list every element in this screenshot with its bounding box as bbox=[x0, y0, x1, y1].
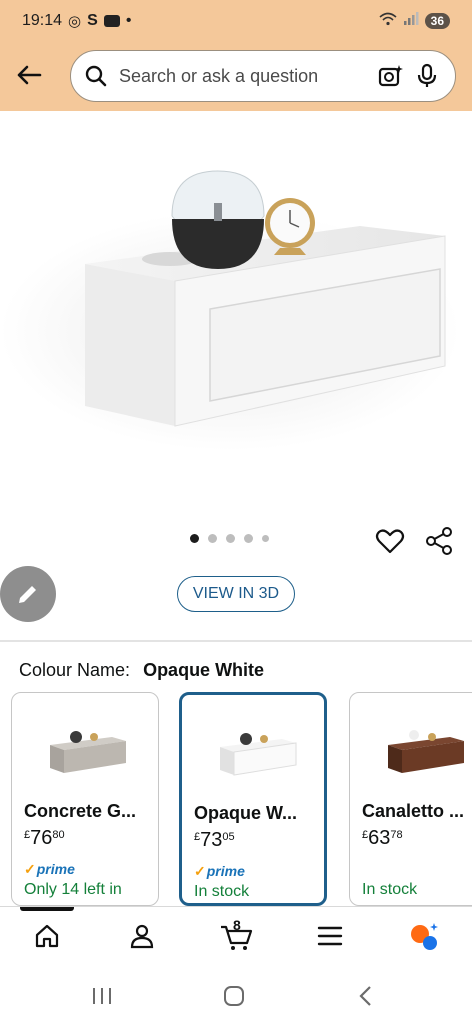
variant-card-canaletto[interactable]: Canaletto ... £6378 In stock bbox=[349, 692, 472, 906]
product-image[interactable] bbox=[0, 111, 472, 531]
search-icon bbox=[85, 65, 107, 87]
header: 19:14 ◎ S • 36 Search or ask a question bbox=[0, 0, 472, 111]
cart-icon[interactable]: 8 bbox=[219, 917, 253, 953]
carousel-dot bbox=[208, 534, 217, 543]
s-icon: S bbox=[87, 12, 98, 29]
youtube-icon bbox=[103, 15, 120, 27]
back-button[interactable] bbox=[12, 58, 46, 92]
stock-status: In stock bbox=[194, 883, 250, 900]
account-icon[interactable] bbox=[125, 919, 159, 953]
variant-name: Canaletto ... bbox=[362, 801, 465, 821]
cart-count: 8 bbox=[233, 917, 241, 933]
active-tab-indicator bbox=[20, 907, 74, 911]
variant-price: £6378 bbox=[362, 827, 403, 849]
section-divider bbox=[0, 640, 472, 642]
variant-name: Concrete G... bbox=[24, 801, 137, 821]
stock-status: Only 14 left in bbox=[24, 881, 122, 898]
microphone-icon[interactable] bbox=[413, 62, 441, 90]
colour-label: Colour Name: bbox=[19, 660, 131, 680]
whatsapp-icon: ◎ bbox=[68, 13, 82, 30]
variant-thumbnail bbox=[50, 731, 126, 773]
colour-value: Opaque White bbox=[143, 660, 265, 680]
system-back-icon[interactable] bbox=[356, 983, 376, 1009]
battery-indicator: 36 bbox=[424, 13, 450, 29]
status-time: 19:14 bbox=[22, 12, 63, 29]
variant-thumbnail bbox=[220, 733, 297, 776]
status-bar: 19:14 ◎ S • 36 bbox=[22, 6, 450, 36]
wifi-icon bbox=[379, 12, 397, 31]
variant-name: Opaque W... bbox=[194, 803, 298, 823]
edit-button[interactable] bbox=[0, 566, 56, 622]
bottom-tab-bar: 8 bbox=[0, 907, 472, 969]
image-carousel-indicator bbox=[190, 534, 269, 543]
variant-thumbnail bbox=[388, 730, 464, 773]
back-arrow-icon bbox=[17, 65, 42, 85]
view-in-3d-button[interactable]: VIEW IN 3D bbox=[177, 576, 295, 612]
prime-badge: ✓prime bbox=[194, 863, 245, 879]
recent-apps-icon[interactable] bbox=[90, 983, 114, 1009]
stock-status: In stock bbox=[362, 881, 418, 898]
variant-price: £7305 bbox=[194, 829, 235, 851]
notification-dot: • bbox=[125, 12, 132, 29]
colour-variant-list: Concrete G... £7680 ✓prime Only 14 left … bbox=[11, 692, 472, 906]
carousel-dot bbox=[244, 534, 253, 543]
carousel-dot bbox=[226, 534, 235, 543]
prime-badge: ✓prime bbox=[24, 861, 75, 877]
variant-card-opaque-white[interactable]: Opaque W... £7305 ✓prime In stock bbox=[179, 692, 327, 906]
wishlist-heart-icon[interactable] bbox=[375, 526, 405, 556]
variant-card-concrete-grey[interactable]: Concrete G... £7680 ✓prime Only 14 left … bbox=[11, 692, 159, 906]
carousel-dot bbox=[262, 535, 269, 542]
menu-icon[interactable] bbox=[313, 919, 347, 953]
home-icon[interactable] bbox=[30, 919, 64, 953]
share-icon[interactable] bbox=[424, 526, 454, 556]
variant-price: £7680 bbox=[24, 827, 65, 849]
camera-search-icon[interactable] bbox=[377, 62, 405, 90]
carousel-dot bbox=[190, 534, 199, 543]
home-button-icon[interactable] bbox=[222, 983, 246, 1009]
search-input[interactable]: Search or ask a question bbox=[119, 66, 369, 87]
system-navigation-bar bbox=[0, 969, 472, 1024]
pencil-icon bbox=[19, 586, 36, 603]
signal-icon bbox=[403, 11, 419, 31]
colour-name-row: Colour Name: Opaque White bbox=[19, 660, 264, 681]
search-bar[interactable]: Search or ask a question bbox=[70, 50, 456, 102]
rufus-ai-icon[interactable] bbox=[407, 919, 441, 953]
